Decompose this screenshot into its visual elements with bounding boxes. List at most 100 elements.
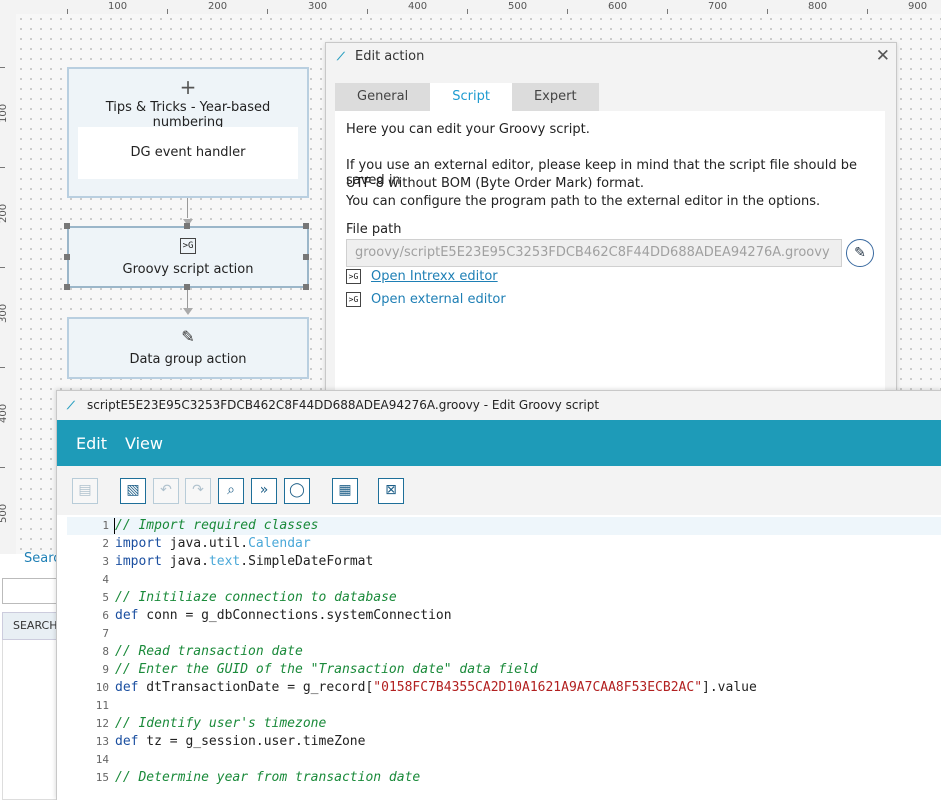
event-handler-node[interactable]: DG event handler [78, 127, 298, 179]
code-line[interactable]: 9 // Enter the GUID of the "Transaction d… [67, 661, 941, 679]
data-group-action-node[interactable]: ✎ Data group action [67, 317, 309, 379]
tab-expert[interactable]: Expert [511, 83, 599, 111]
menu-edit[interactable]: Edit [76, 434, 107, 453]
resize-handle[interactable] [64, 254, 70, 260]
open-external-editor-row: >G Open external editor [346, 292, 506, 307]
ruler-label: 300 [308, 1, 328, 12]
open-external-editor-link[interactable]: Open external editor [371, 292, 506, 307]
code-line[interactable]: 15 // Determine year from transaction dat… [67, 769, 941, 787]
code-line[interactable]: 1 // Import required classes [67, 517, 941, 535]
search-input[interactable] [2, 578, 60, 604]
search-icon[interactable]: ⌕ [218, 478, 244, 504]
groovy-node-label: Groovy script action [122, 262, 254, 277]
code-line[interactable]: 10 def dtTransactionDate = g_record["0158… [67, 679, 941, 697]
redo-icon[interactable]: ↷ [185, 478, 211, 504]
code-line[interactable]: 4 [67, 571, 941, 589]
comment-icon[interactable]: ◯ [284, 478, 310, 504]
code-line[interactable]: 14 [67, 751, 941, 769]
line-number: 13 [95, 735, 109, 748]
code-line[interactable]: 3 import java.text.SimpleDateFormat [67, 553, 941, 571]
code-text: def dtTransactionDate = g_record["0158FC… [115, 679, 757, 697]
open-intrexx-editor-row: >G Open Intrexx editor [346, 269, 498, 284]
edit-path-button[interactable]: ✎ [846, 239, 874, 267]
code-text: def tz = g_session.user.timeZone [115, 733, 365, 751]
code-text: // Enter the GUID of the "Transaction da… [115, 661, 538, 679]
app-logo-icon: ⟋ [337, 50, 345, 63]
groovy-script-action-node[interactable]: >G Groovy script action [67, 226, 309, 288]
vertical-ruler: 100 200 300 400 500 [0, 14, 17, 554]
code-token: import [115, 536, 162, 551]
search-link[interactable]: Searc [24, 551, 60, 566]
code-line[interactable]: 2 import java.util.Calendar [67, 535, 941, 553]
pencil-icon: ✎ [181, 327, 195, 346]
goto-icon[interactable]: » [251, 478, 277, 504]
code-token: // Identify user's timezone [115, 716, 327, 731]
code-line[interactable]: 8 // Read transaction date [67, 643, 941, 661]
ruler-label: 400 [408, 1, 428, 12]
ruler-tick [0, 267, 5, 268]
editor-titlebar[interactable]: ⟋ scriptE5E23E95C3253FDCB462C8F44DD688AD… [57, 391, 941, 420]
code-line[interactable]: 5 // Initiliaze connection to database [67, 589, 941, 607]
plus-icon[interactable]: + [69, 75, 307, 99]
script-tab-panel: Here you can edit your Groovy script. If… [335, 111, 885, 403]
tab-script[interactable]: Script [430, 83, 512, 111]
undo-icon[interactable]: ↶ [153, 478, 179, 504]
open-intrexx-editor-link[interactable]: Open Intrexx editor [371, 269, 498, 284]
code-editor[interactable]: 1 // Import required classes 2 import java.… [67, 515, 941, 800]
groovy-icon: >G [346, 292, 361, 307]
save-icon[interactable]: ▤ [72, 478, 98, 504]
ruler-label: 200 [208, 1, 228, 12]
note-line-3: You can configure the program path to th… [346, 194, 821, 209]
code-token: def [115, 734, 139, 749]
resize-handle[interactable] [303, 223, 309, 229]
resize-handle[interactable] [303, 254, 309, 260]
script-library-icon[interactable]: ▧ [120, 478, 146, 504]
line-number: 12 [95, 717, 109, 730]
tab-general[interactable]: General [335, 83, 431, 111]
line-number: 8 [102, 645, 109, 658]
intro-text: Here you can edit your Groovy script. [346, 122, 590, 137]
calendar-icon[interactable]: ▦ [332, 478, 358, 504]
ruler-label: 800 [808, 1, 828, 12]
code-token: "0158FC7B4355CA2D10A1621A9A7CAA8F53ECB2A… [373, 680, 703, 695]
resize-handle[interactable] [184, 223, 190, 229]
line-number: 11 [95, 699, 109, 712]
code-line[interactable]: 7 [67, 625, 941, 643]
edit-action-dialog: ⟋ Edit action ✕ General Script Expert He… [325, 42, 897, 404]
code-line[interactable]: 13 def tz = g_session.user.timeZone [67, 733, 941, 751]
code-line[interactable]: 12 // Identify user's timezone [67, 715, 941, 733]
code-line[interactable]: 6 def conn = g_dbConnections.systemConnec… [67, 607, 941, 625]
code-token: tz = g_session.user.timeZone [138, 734, 366, 749]
file-path-field[interactable]: groovy/scriptE5E23E95C3253FDCB462C8F44DD… [346, 239, 842, 267]
ruler-label: 300 [0, 303, 9, 323]
line-number: 5 [102, 591, 109, 604]
code-token: dtTransactionDate = g_record[ [138, 680, 374, 695]
event-source-node[interactable]: + Tips & Tricks - Year-based numbering D… [67, 67, 309, 198]
resize-handle[interactable] [64, 223, 70, 229]
line-number: 10 [95, 681, 109, 694]
line-number: 6 [102, 609, 109, 622]
line-number: 9 [102, 663, 109, 676]
connector-line [187, 290, 188, 308]
line-number: 4 [102, 573, 109, 586]
tab-bar: General Script Expert [335, 83, 599, 111]
close-icon[interactable]: ✕ [876, 46, 890, 66]
ruler-tick [0, 67, 5, 68]
ruler-tick [0, 167, 5, 168]
code-token: import [115, 554, 162, 569]
resize-handle[interactable] [64, 284, 70, 290]
code-text: def conn = g_dbConnections.systemConnect… [115, 607, 452, 625]
menu-view[interactable]: View [125, 434, 163, 453]
code-token: // Read transaction date [115, 644, 303, 659]
resize-handle[interactable] [303, 284, 309, 290]
dialog-titlebar[interactable]: ⟋ Edit action ✕ [326, 43, 896, 71]
text-caret [114, 518, 115, 534]
ruler-label: 400 [0, 403, 9, 423]
code-line[interactable]: 11 [67, 697, 941, 715]
groovy-icon: >G [346, 269, 361, 284]
code-text: // Determine year from transaction date [115, 769, 420, 787]
code-text: // Identify user's timezone [115, 715, 326, 733]
code-token: // Initiliaze connection to database [115, 590, 397, 605]
close-editor-icon[interactable]: ⊠ [378, 478, 404, 504]
dialog-title: Edit action [355, 49, 425, 64]
